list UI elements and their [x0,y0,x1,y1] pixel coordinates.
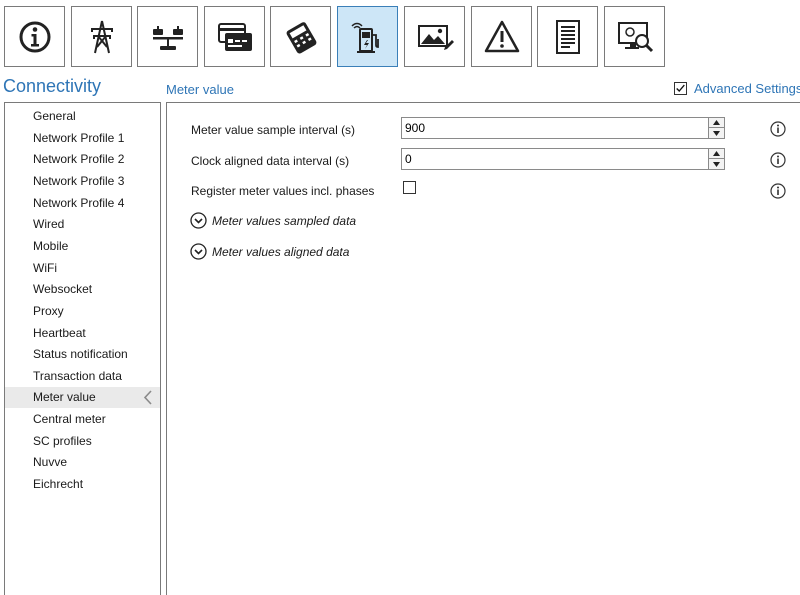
sample-interval-input[interactable] [402,118,708,138]
sidebar-item-label: General [33,109,76,123]
clock-aligned-spinner [708,149,724,169]
settings-panel: Meter value sample interval (s) Clock al… [166,102,800,595]
monitor-search-icon [617,21,653,52]
sidebar-item-label: Network Profile 2 [33,152,125,166]
sample-interval-spinner [708,118,724,138]
triangle-up-icon [713,151,720,156]
sidebar-item-label: WiFi [33,261,57,275]
payment-terminal-tool-button[interactable] [270,6,331,67]
register-phases-label: Register meter values incl. phases [191,184,375,198]
sidebar-item-proxy[interactable]: Proxy [5,301,160,322]
triangle-down-icon [713,130,720,136]
clock-aligned-input[interactable] [402,149,708,169]
sidebar-item-sc-profiles[interactable]: SC profiles [5,431,160,452]
document-icon [555,19,580,54]
diagnostics-tool-button[interactable] [604,6,665,67]
info-icon [19,21,50,52]
sidebar-item-label: Meter value [33,390,96,404]
clock-aligned-info-icon[interactable] [770,152,786,168]
sidebar-item-label: SC profiles [33,434,92,448]
section-title: Connectivity [3,76,102,96]
sidebar-item-status-notification[interactable]: Status notification [5,344,160,365]
power-tower-icon [90,20,113,53]
sidebar-item-meter-value[interactable]: Meter value [5,387,160,408]
sidebar-item-label: Nuvve [33,455,68,469]
aligned-data-expander-label: Meter values aligned data [212,244,350,259]
sidebar-item-network-profile-3[interactable]: Network Profile 3 [5,171,160,192]
sidebar-item-wired[interactable]: Wired [5,214,160,235]
sidebar-item-wifi[interactable]: WiFi [5,258,160,279]
page-title: Meter value [166,82,234,97]
chevron-down-circle-icon [190,243,207,260]
triangle-down-icon [713,161,720,167]
sidebar-item-heartbeat[interactable]: Heartbeat [5,323,160,344]
register-phases-checkbox[interactable] [403,181,416,194]
chevron-down-circle-icon [190,212,207,229]
clock-aligned-stepper[interactable] [401,148,725,170]
sidebar-nav: General Network Profile 1 Network Profil… [4,102,161,595]
chevron-left-icon [143,390,152,405]
card-reader-tool-button[interactable] [204,6,265,67]
sidebar-item-central-meter[interactable]: Central meter [5,409,160,430]
checkmark-icon [676,84,685,93]
load-balance-tool-button[interactable] [137,6,198,67]
payment-terminal-icon [286,21,316,54]
display-image-tool-button[interactable] [404,6,465,67]
sidebar-item-general[interactable]: General [5,106,160,127]
sidebar-item-websocket[interactable]: Websocket [5,279,160,300]
sidebar-item-label: Wired [33,217,65,231]
info-tool-button[interactable] [4,6,65,67]
triangle-up-icon [713,120,720,125]
sidebar-item-mobile[interactable]: Mobile [5,236,160,257]
sampled-data-expander[interactable]: Meter values sampled data [190,212,356,229]
warning-icon [484,20,519,52]
sidebar-item-transaction-data[interactable]: Transaction data [5,366,160,387]
sidebar-item-network-profile-1[interactable]: Network Profile 1 [5,128,160,149]
charging-station-tool-button[interactable] [337,6,398,67]
sidebar-item-label: Websocket [33,282,93,296]
card-reader-icon [217,22,252,51]
sidebar-item-label: Heartbeat [33,326,86,340]
clock-aligned-decrement-button[interactable] [709,159,724,169]
sample-interval-decrement-button[interactable] [709,128,724,138]
power-grid-tool-button[interactable] [71,6,132,67]
sidebar-item-label: Proxy [33,304,64,318]
sidebar-item-label: Mobile [33,239,69,253]
clock-aligned-increment-button[interactable] [709,149,724,159]
warning-tool-button[interactable] [471,6,532,67]
sidebar-item-label: Network Profile 4 [33,196,125,210]
advanced-settings-toggle[interactable]: Advanced Settings [674,81,800,96]
sample-interval-stepper[interactable] [401,117,725,139]
sidebar-item-label: Eichrecht [33,477,84,491]
clock-aligned-label: Clock aligned data interval (s) [191,154,350,168]
sidebar-item-network-profile-4[interactable]: Network Profile 4 [5,193,160,214]
sidebar-item-nuvve[interactable]: Nuvve [5,452,160,473]
image-icon [417,24,454,50]
advanced-settings-checkbox[interactable] [674,82,687,95]
sample-interval-info-icon[interactable] [770,121,786,137]
advanced-settings-label: Advanced Settings [694,81,800,96]
sidebar-item-eichrecht[interactable]: Eichrecht [5,474,160,495]
charging-station-icon [350,22,379,53]
log-document-tool-button[interactable] [537,6,598,67]
sidebar-item-label: Status notification [33,347,128,361]
sampled-data-expander-label: Meter values sampled data [212,213,357,228]
aligned-data-expander[interactable]: Meter values aligned data [190,243,349,260]
sidebar-item-label: Transaction data [33,369,122,383]
sample-interval-increment-button[interactable] [709,118,724,128]
sidebar-item-label: Central meter [33,412,106,426]
sidebar-item-label: Network Profile 3 [33,174,125,188]
sidebar-item-network-profile-2[interactable]: Network Profile 2 [5,149,160,170]
sample-interval-label: Meter value sample interval (s) [191,123,356,137]
register-phases-info-icon[interactable] [770,183,786,199]
sidebar-item-label: Network Profile 1 [33,131,125,145]
scale-icon [152,25,183,50]
